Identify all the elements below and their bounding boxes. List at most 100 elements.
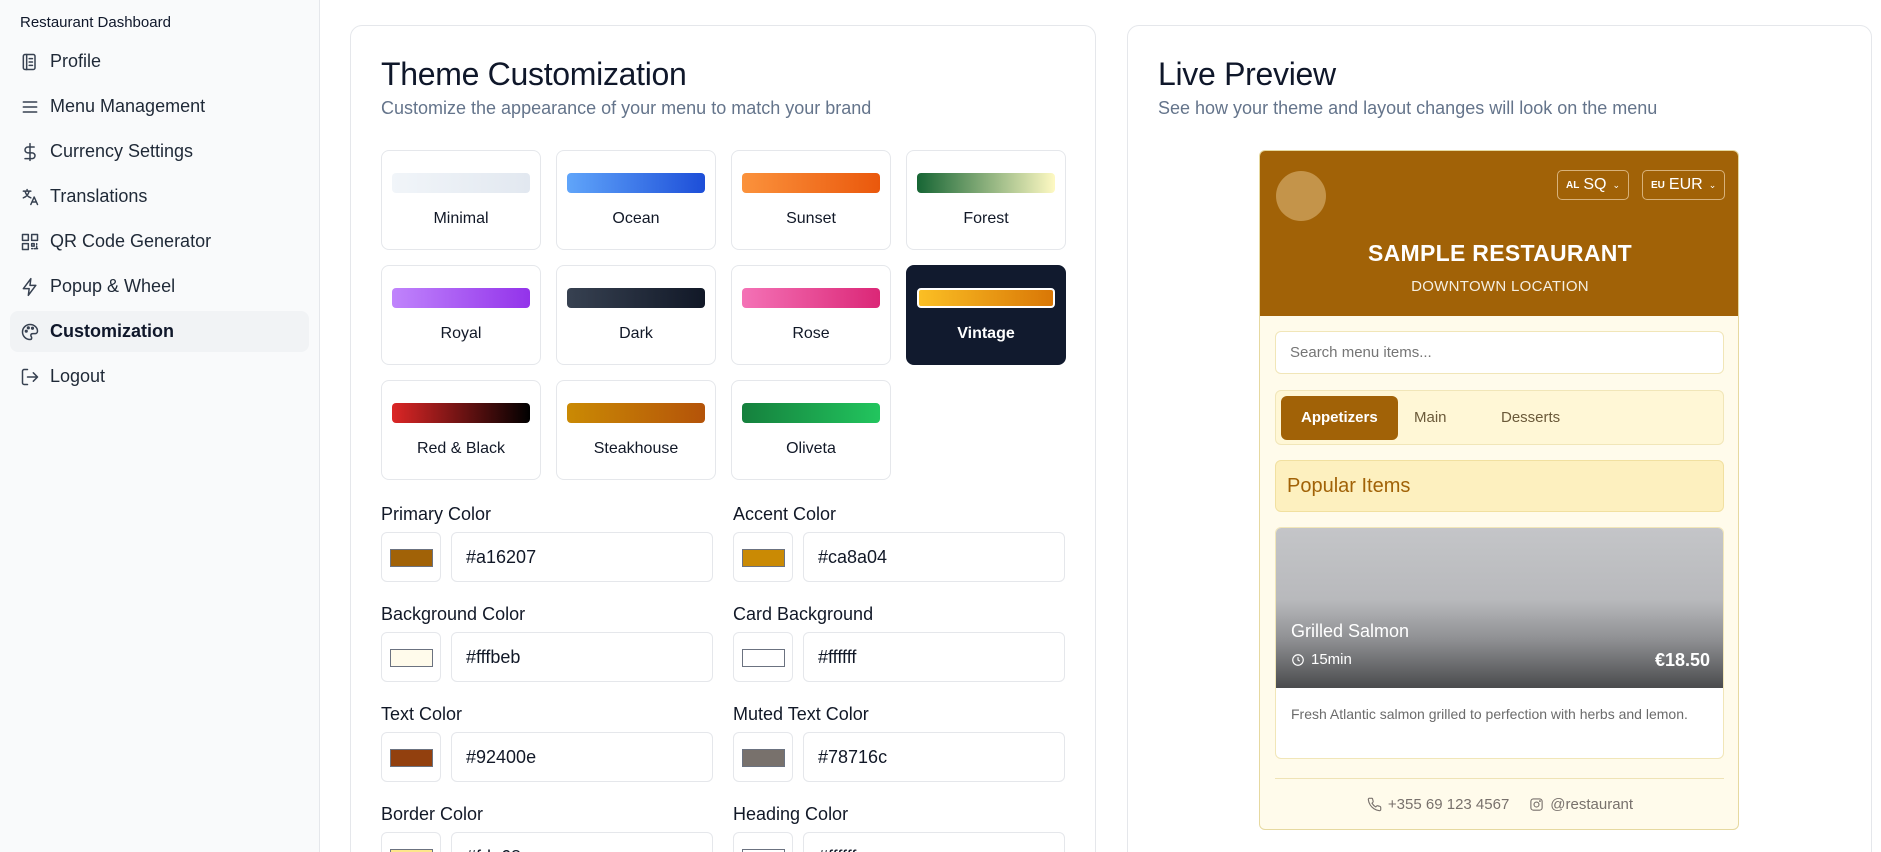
- restaurant-location: DOWNTOWN LOCATION: [1411, 278, 1589, 295]
- theme-name: Sunset: [786, 210, 836, 227]
- preview-header: AL SQ ⌄ EU EUR ⌄ SAMPLE RESTAURANT DOWNT…: [1260, 151, 1738, 316]
- border-color-input[interactable]: [451, 832, 713, 852]
- theme-card-royal[interactable]: Royal: [381, 265, 541, 365]
- color-picker[interactable]: [381, 732, 441, 782]
- theme-card-vintage[interactable]: Vintage: [906, 265, 1066, 365]
- sidebar-item-label: Popup & Wheel: [50, 276, 176, 296]
- text-color-input[interactable]: [451, 732, 713, 782]
- restaurant-name: SAMPLE RESTAURANT: [1367, 240, 1633, 266]
- instagram-icon: [1530, 798, 1543, 811]
- primary-color-field: Primary Color: [381, 504, 713, 582]
- field-label: Heading Color: [733, 804, 849, 824]
- page-title: Theme Customization: [381, 56, 687, 92]
- accent-color-field: Accent Color: [733, 504, 1065, 582]
- theme-card-forest[interactable]: Forest: [906, 150, 1066, 250]
- social-contact[interactable]: @restaurant: [1529, 796, 1633, 813]
- tab-appetizers[interactable]: Appetizers: [1281, 396, 1398, 440]
- color-picker[interactable]: [733, 832, 793, 852]
- tab-desserts[interactable]: Desserts: [1481, 396, 1580, 440]
- sidebar-item-popup-wheel[interactable]: Popup & Wheel: [10, 266, 309, 307]
- theme-swatch: [392, 173, 530, 193]
- sidebar-item-currency-settings[interactable]: Currency Settings: [10, 131, 309, 172]
- menu-lines-icon: [22, 100, 38, 113]
- phone-contact[interactable]: +355 69 123 4567: [1367, 796, 1509, 813]
- background-color-input[interactable]: [451, 632, 713, 682]
- sidebar-item-label: Menu Management: [50, 96, 206, 116]
- theme-name: Ocean: [612, 210, 660, 227]
- menu-item-name: Grilled Salmon: [1291, 621, 1410, 641]
- card-background-input[interactable]: [803, 632, 1065, 682]
- logout-icon: [21, 368, 39, 385]
- color-picker[interactable]: [381, 632, 441, 682]
- theme-card-minimal[interactable]: Minimal: [381, 150, 541, 250]
- language-flag: AL: [1566, 179, 1580, 191]
- theme-name: Steakhouse: [593, 440, 679, 457]
- sidebar-item-qr-code-generator[interactable]: QR Code Generator: [10, 221, 309, 262]
- theme-card-red-black[interactable]: Red & Black: [381, 380, 541, 480]
- accent-color-input[interactable]: [803, 532, 1065, 582]
- sidebar-item-customization[interactable]: Customization: [10, 311, 309, 352]
- menu-item-time: 15min: [1291, 651, 1352, 668]
- color-picker[interactable]: [381, 832, 441, 852]
- currency-selector[interactable]: EU EUR ⌄: [1642, 170, 1726, 200]
- sidebar-item-label: Currency Settings: [50, 141, 194, 161]
- theme-grid: Minimal Ocean Sunset Forest Royal Dark R…: [381, 150, 1067, 480]
- theme-card-oliveta[interactable]: Oliveta: [731, 380, 891, 480]
- theme-card-ocean[interactable]: Ocean: [556, 150, 716, 250]
- background-color-field: Background Color: [381, 604, 713, 682]
- color-swatch: [742, 549, 785, 567]
- chevron-down-icon: ⌄: [1708, 179, 1717, 190]
- qr-code-icon: [21, 233, 39, 250]
- language-selector[interactable]: AL SQ ⌄: [1557, 170, 1630, 200]
- tab-main[interactable]: Main: [1394, 396, 1467, 440]
- primary-color-input[interactable]: [451, 532, 713, 582]
- theme-card-dark[interactable]: Dark: [556, 265, 716, 365]
- theme-card-rose[interactable]: Rose: [731, 265, 891, 365]
- theme-name: Red & Black: [416, 440, 506, 457]
- restaurant-logo: [1276, 171, 1326, 221]
- card-background-field: Card Background: [733, 604, 1065, 682]
- color-picker[interactable]: [381, 532, 441, 582]
- sidebar-item-label: Logout: [50, 366, 106, 386]
- sidebar-item-logout[interactable]: Logout: [10, 356, 309, 397]
- sidebar-item-translations[interactable]: Translations: [10, 176, 309, 217]
- language-code: SQ: [1583, 176, 1607, 193]
- sidebar: Restaurant Dashboard Profile Menu Manage…: [0, 0, 320, 852]
- theme-card-steakhouse[interactable]: Steakhouse: [556, 380, 716, 480]
- preview-footer: +355 69 123 4567 @restaurant: [1260, 796, 1738, 813]
- color-swatch: [390, 549, 433, 567]
- theme-swatch: [917, 288, 1055, 308]
- theme-name: Forest: [963, 210, 1009, 227]
- currency-code: EUR: [1668, 176, 1703, 193]
- theme-swatch: [567, 288, 705, 308]
- dollar-icon: [24, 142, 36, 161]
- palette-icon: [21, 323, 39, 340]
- field-label: Primary Color: [381, 504, 492, 524]
- profile-icon: [22, 53, 36, 70]
- phone-icon: [1367, 797, 1382, 812]
- theme-swatch: [392, 403, 530, 423]
- theme-card-sunset[interactable]: Sunset: [731, 150, 891, 250]
- chevron-down-icon: ⌄: [1612, 179, 1621, 190]
- menu-item-card[interactable]: Grilled Salmon 15min €18.50 Fresh Atlant…: [1275, 527, 1724, 759]
- page-subtitle: Customize the appearance of your menu to…: [381, 98, 872, 118]
- color-picker[interactable]: [733, 632, 793, 682]
- sidebar-item-profile[interactable]: Profile: [10, 41, 309, 82]
- sidebar-item-label: Customization: [50, 321, 174, 341]
- theme-swatch: [567, 403, 705, 423]
- color-picker[interactable]: [733, 732, 793, 782]
- field-label: Text Color: [381, 704, 463, 724]
- text-color-field: Text Color: [381, 704, 713, 782]
- menu-item-description: Fresh Atlantic salmon grilled to perfect…: [1291, 706, 1688, 722]
- divider: [1275, 778, 1724, 779]
- muted-text-color-input[interactable]: [803, 732, 1065, 782]
- heading-color-input[interactable]: [803, 832, 1065, 852]
- prep-time: 15min: [1311, 651, 1352, 668]
- zap-icon: [22, 277, 37, 296]
- color-picker[interactable]: [733, 532, 793, 582]
- theme-swatch: [742, 173, 880, 193]
- sidebar-item-menu-management[interactable]: Menu Management: [10, 86, 309, 127]
- menu-search-input[interactable]: [1275, 331, 1724, 374]
- color-swatch: [390, 649, 433, 667]
- field-label: Accent Color: [733, 504, 837, 524]
